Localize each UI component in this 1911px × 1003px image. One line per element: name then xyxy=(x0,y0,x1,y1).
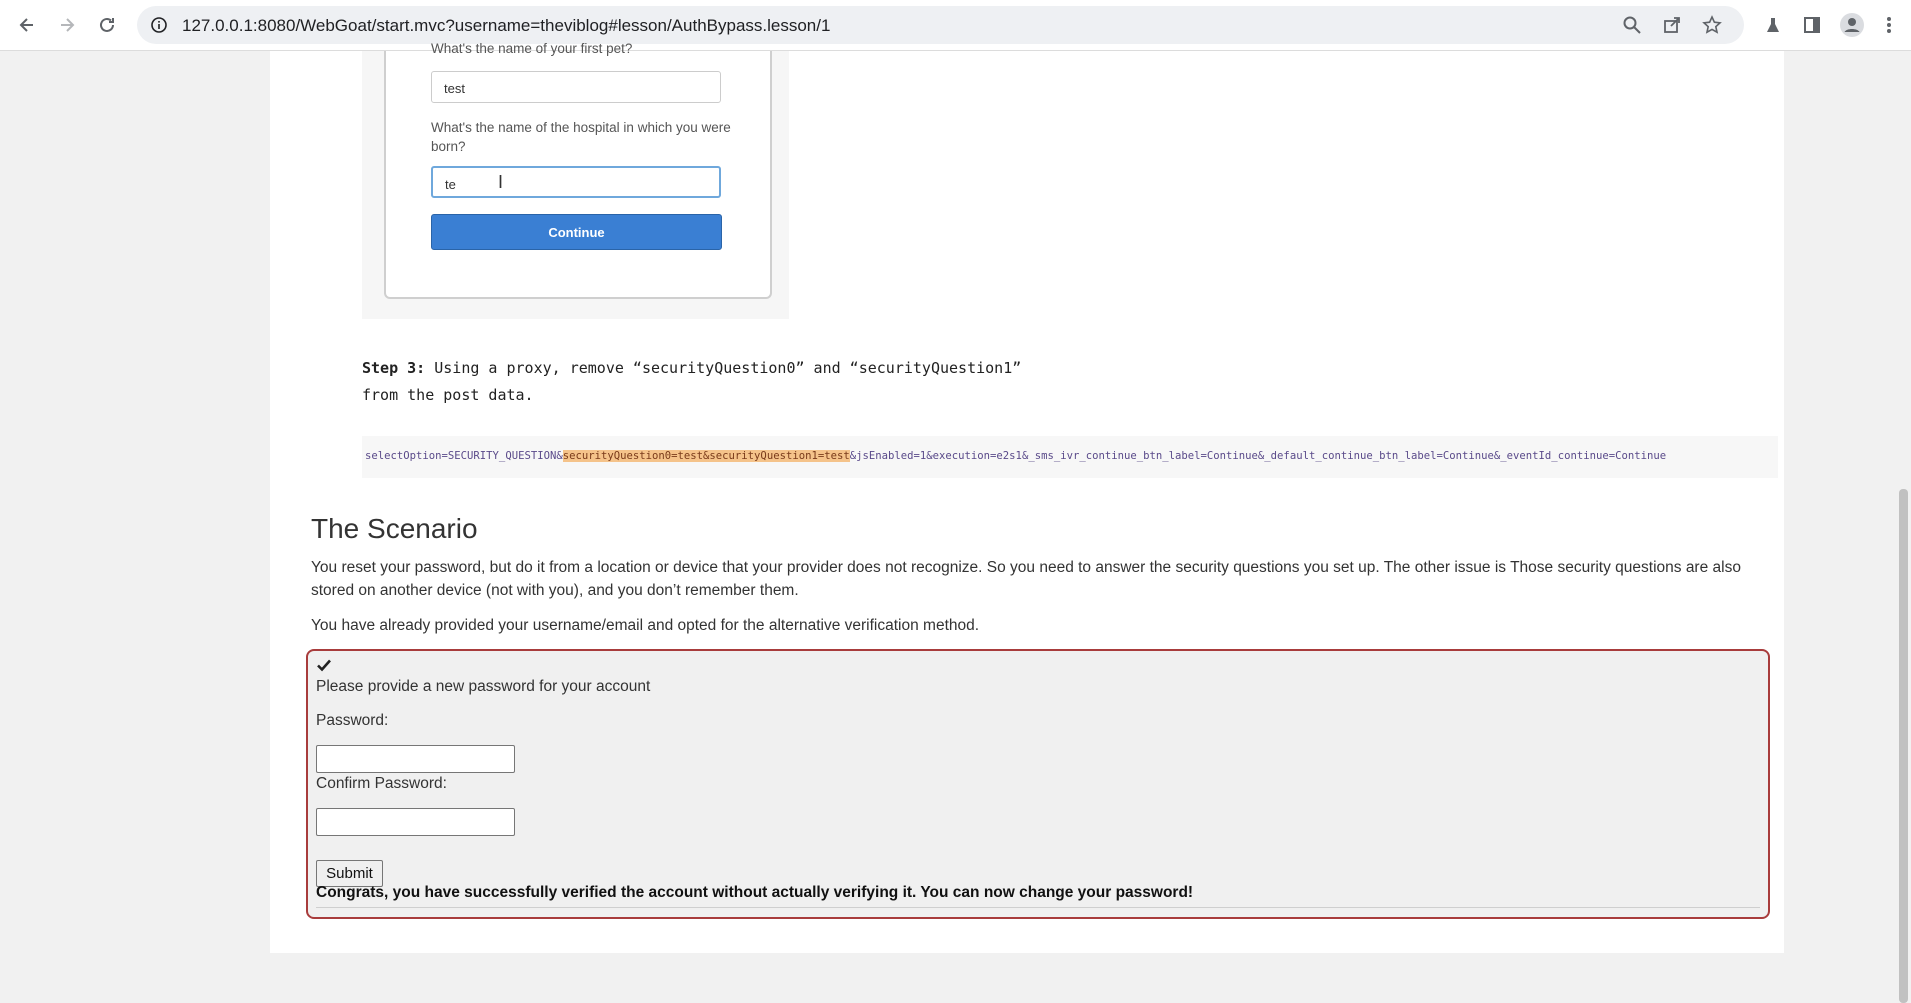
code-suffix: &jsEnabled=1&execution=e2s1&_sms_ivr_con… xyxy=(849,450,1667,462)
text-cursor-icon: I xyxy=(498,172,504,192)
question2-input: te xyxy=(431,166,721,198)
page-viewport: What's the name of your first pet? test … xyxy=(0,41,1911,953)
browser-toolbar: 127.0.0.1:8080/WebGoat/start.mvc?usernam… xyxy=(0,0,1911,51)
zoom-icon[interactable] xyxy=(1621,14,1643,36)
submit-button[interactable]: Submit xyxy=(316,860,383,887)
step3-label: Step 3: xyxy=(362,359,426,377)
scrollbar-thumb[interactable] xyxy=(1899,489,1908,1003)
continue-button: Continue xyxy=(431,214,722,250)
bookmark-star-icon[interactable] xyxy=(1701,14,1723,36)
profile-icon[interactable] xyxy=(1839,12,1865,38)
confirm-password-input[interactable] xyxy=(316,808,515,836)
scenario-paragraph-1: You reset your password, but do it from … xyxy=(311,559,1741,599)
reload-icon[interactable] xyxy=(92,10,122,40)
address-bar[interactable]: 127.0.0.1:8080/WebGoat/start.mvc?usernam… xyxy=(137,6,1744,44)
url-text[interactable]: 127.0.0.1:8080/WebGoat/start.mvc?usernam… xyxy=(182,16,830,36)
question1-label: What's the name of your first pet? xyxy=(431,41,633,56)
code-prefix: selectOption=SECURITY_QUESTION& xyxy=(365,450,563,462)
confirm-password-label: Confirm Password: xyxy=(316,775,447,792)
post-data-box: selectOption=SECURITY_QUESTION&securityQ… xyxy=(362,436,1778,478)
step3-text: Step 3: Using a proxy, remove “securityQ… xyxy=(362,355,1062,409)
side-panel-icon[interactable] xyxy=(1799,12,1825,38)
menu-icon[interactable] xyxy=(1876,12,1902,38)
scenario-paragraph-2: You have already provided your username/… xyxy=(311,617,980,634)
share-icon[interactable] xyxy=(1661,14,1683,36)
question2-label: What's the name of the hospital in which… xyxy=(431,120,731,154)
password-label: Password: xyxy=(316,712,389,729)
attack-form-panel: Please provide a new password for your a… xyxy=(306,649,1770,919)
site-info-icon[interactable] xyxy=(148,14,170,36)
page-scrollbar[interactable] xyxy=(1896,51,1911,1003)
step3-description: Using a proxy, remove “securityQuestion0… xyxy=(362,359,1022,404)
post-data-code: selectOption=SECURITY_QUESTION&securityQ… xyxy=(365,450,1666,462)
feedback-divider xyxy=(316,907,1760,908)
question1-input: test xyxy=(431,71,721,103)
password-input[interactable] xyxy=(316,745,515,773)
success-message: Congrats, you have successfully verified… xyxy=(316,884,1194,901)
form-instruction: Please provide a new password for your a… xyxy=(316,678,651,695)
extension-icon[interactable] xyxy=(1760,12,1786,38)
checkmark-icon xyxy=(316,657,332,673)
lesson-screenshot-image: What's the name of your first pet? test … xyxy=(362,41,789,319)
forward-icon[interactable] xyxy=(52,10,82,40)
code-highlight: securityQuestion0=test&securityQuestion1… xyxy=(562,450,850,462)
lesson-content: What's the name of your first pet? test … xyxy=(270,41,1784,953)
screenshot-card: What's the name of your first pet? test … xyxy=(384,41,772,299)
scenario-title: The Scenario xyxy=(311,513,478,544)
back-icon[interactable] xyxy=(12,10,42,40)
